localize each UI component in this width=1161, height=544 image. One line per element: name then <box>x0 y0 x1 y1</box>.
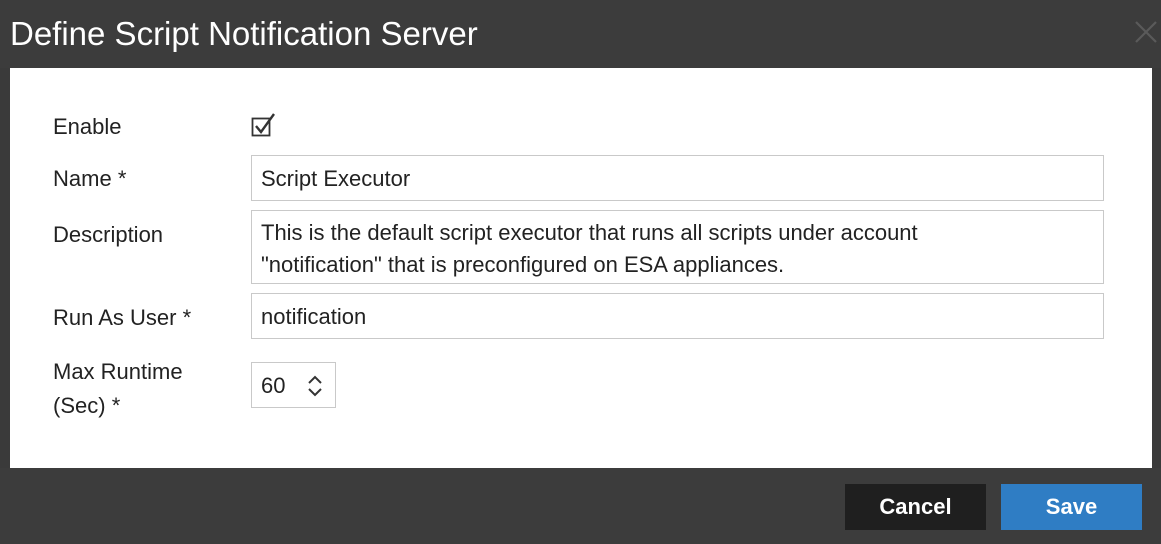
max-runtime-value: 60 <box>261 373 286 398</box>
max-runtime-label: Max Runtime (Sec) * <box>53 357 183 421</box>
run-as-user-required-mark: * <box>182 305 192 330</box>
max-runtime-label-line-1: Max Runtime <box>53 359 183 384</box>
script-notification-dialog: Define Script Notification Server Enable… <box>0 0 1161 544</box>
description-field[interactable]: This is the default script executor that… <box>251 210 1104 284</box>
name-label: Name * <box>53 164 126 194</box>
name-label-text: Name <box>53 166 112 191</box>
checkmark-icon <box>251 113 275 137</box>
max-runtime-required-mark: * <box>111 393 121 418</box>
close-icon[interactable] <box>1129 12 1159 52</box>
run-as-user-label: Run As User * <box>53 303 191 333</box>
name-field-value: Script Executor <box>261 166 411 191</box>
description-line-2: "notification" that is preconfigured on … <box>261 252 785 277</box>
name-required-mark: * <box>117 166 127 191</box>
cancel-button[interactable]: Cancel <box>845 484 986 530</box>
dialog-title: Define Script Notification Server <box>10 15 478 52</box>
run-as-user-field-value: notification <box>261 304 367 329</box>
max-runtime-label-line-2: (Sec) <box>53 393 106 418</box>
run-as-user-label-text: Run As User <box>53 305 177 330</box>
enable-label: Enable <box>53 114 122 139</box>
save-button[interactable]: Save <box>1001 484 1142 530</box>
run-as-user-field[interactable]: notification <box>251 293 1104 339</box>
max-runtime-stepper[interactable]: 60 <box>251 362 336 408</box>
up-down-arrows-icon[interactable] <box>306 372 324 400</box>
description-label: Description <box>53 222 164 247</box>
dialog-titlebar: Define Script Notification Server <box>0 0 1161 68</box>
dialog-footer <box>0 468 1161 544</box>
name-field[interactable]: Script Executor <box>251 155 1104 201</box>
enable-checkbox[interactable] <box>251 112 277 140</box>
description-line-1: This is the default script executor that… <box>261 220 918 245</box>
